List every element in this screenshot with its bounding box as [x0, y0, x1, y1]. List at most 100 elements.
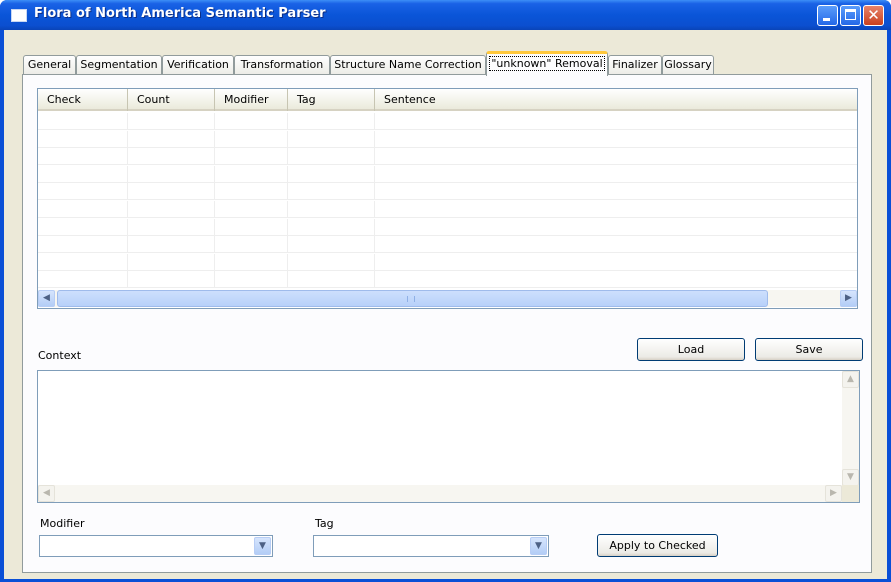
table-empty-row	[38, 165, 857, 183]
table-cell	[128, 253, 215, 271]
column-header-sentence[interactable]: Sentence	[375, 89, 857, 111]
table-cell	[38, 201, 128, 218]
save-button[interactable]: Save	[755, 338, 863, 361]
table-cell	[128, 236, 215, 254]
table-cell	[375, 183, 857, 200]
minimize-button[interactable]	[817, 5, 838, 26]
table-cell	[38, 218, 128, 236]
client-area: General Segmentation Verification Transf…	[4, 30, 887, 579]
table-cell	[38, 253, 128, 271]
table-empty-row	[38, 183, 857, 201]
chevron-left-icon: ◀	[43, 488, 50, 498]
scroll-right-button[interactable]: ▶	[840, 290, 857, 307]
table-cell	[215, 271, 288, 289]
table-empty-row	[38, 271, 857, 289]
modifier-label: Modifier	[40, 517, 85, 530]
table-cell	[128, 148, 215, 166]
table-cell	[38, 165, 128, 183]
table-cell	[375, 271, 857, 288]
table-cell	[215, 183, 288, 201]
table-cell	[38, 148, 128, 166]
context-label: Context	[38, 349, 82, 362]
table-cell	[375, 254, 857, 271]
table-cell	[288, 113, 375, 130]
tab-label: Verification	[167, 58, 229, 71]
tab-finalizer[interactable]: Finalizer	[608, 55, 662, 75]
table-cell	[375, 148, 857, 165]
table-body[interactable]	[38, 113, 857, 289]
column-header-modifier[interactable]: Modifier	[215, 89, 288, 111]
table-cell	[38, 130, 128, 148]
scrollbar-thumb[interactable]	[57, 290, 768, 307]
scroll-right-button[interactable]: ▶	[825, 485, 842, 502]
scroll-up-button[interactable]: ▲	[842, 371, 859, 388]
table-cell	[128, 113, 215, 130]
table-horizontal-scrollbar[interactable]: ◀ ▶	[38, 290, 857, 307]
tab-verification[interactable]: Verification	[162, 55, 234, 75]
dropdown-arrow[interactable]: ▼	[254, 537, 271, 555]
load-button[interactable]: Load	[637, 338, 745, 361]
chevron-right-icon: ▶	[845, 293, 852, 303]
table-cell	[38, 271, 128, 289]
tab-segmentation[interactable]: Segmentation	[76, 55, 162, 75]
table-cell	[288, 201, 375, 218]
tag-combobox[interactable]: ▼	[313, 535, 549, 557]
tab-structure-name-correction[interactable]: Structure Name Correction	[330, 55, 486, 75]
chevron-down-icon: ▼	[259, 541, 266, 551]
title-bar[interactable]: Flora of North America Semantic Parser ✕	[0, 0, 891, 30]
scroll-down-button[interactable]: ▼	[842, 469, 859, 486]
table-cell	[128, 218, 215, 236]
table-cell	[128, 165, 215, 183]
context-horizontal-scrollbar[interactable]: ◀ ▶	[38, 485, 842, 502]
window-title: Flora of North America Semantic Parser	[34, 6, 326, 21]
dropdown-arrow[interactable]: ▼	[530, 537, 547, 555]
tab-unknown-removal[interactable]: "unknown" Removal	[486, 51, 608, 76]
tab-general[interactable]: General	[23, 55, 76, 75]
table-cell	[128, 271, 215, 289]
app-window: Flora of North America Semantic Parser ✕…	[0, 0, 891, 582]
tab-label: Transformation	[240, 58, 324, 71]
table-cell	[128, 201, 215, 218]
table-cell	[215, 148, 288, 166]
close-icon: ✕	[867, 6, 880, 24]
column-header-tag[interactable]: Tag	[288, 89, 375, 111]
maximize-icon	[845, 9, 856, 20]
maximize-button[interactable]	[840, 5, 861, 26]
column-header-count[interactable]: Count	[128, 89, 215, 111]
modifier-combobox[interactable]: ▼	[39, 535, 273, 557]
table-empty-row	[38, 201, 857, 218]
scrollbar-corner	[842, 485, 859, 502]
tag-label: Tag	[315, 517, 334, 530]
tab-glossary[interactable]: Glossary	[662, 55, 714, 75]
table-empty-row	[38, 236, 857, 254]
apply-to-checked-button[interactable]: Apply to Checked	[597, 534, 718, 557]
chevron-up-icon: ▲	[847, 374, 854, 384]
chevron-right-icon: ▶	[830, 488, 837, 498]
chevron-down-icon: ▼	[847, 472, 854, 482]
table-cell	[128, 130, 215, 148]
table-cell	[288, 271, 375, 289]
table-header: Check Count Modifier Tag Sentence	[38, 89, 857, 111]
table-cell	[215, 201, 288, 218]
unknown-table[interactable]: Check Count Modifier Tag Sentence ◀ ▶	[37, 88, 858, 309]
context-textarea[interactable]: ▲ ▼ ◀ ▶	[37, 370, 860, 503]
tab-label: "unknown" Removal	[489, 56, 605, 71]
table-empty-row	[38, 218, 857, 236]
close-button[interactable]: ✕	[863, 5, 884, 26]
scroll-left-button[interactable]: ◀	[38, 290, 55, 307]
table-cell	[215, 236, 288, 254]
context-vertical-scrollbar[interactable]: ▲ ▼	[842, 371, 859, 486]
table-empty-row	[38, 113, 857, 130]
table-empty-row	[38, 148, 857, 166]
scroll-left-button[interactable]: ◀	[38, 485, 55, 502]
tab-label: Finalizer	[612, 58, 658, 71]
table-cell	[215, 253, 288, 271]
minimize-icon	[823, 18, 830, 21]
tab-transformation[interactable]: Transformation	[234, 55, 330, 75]
table-cell	[38, 236, 128, 254]
table-cell	[288, 165, 375, 183]
column-header-check[interactable]: Check	[38, 89, 128, 111]
table-cell	[375, 201, 857, 218]
grip-icon	[407, 296, 415, 302]
table-cell	[288, 130, 375, 148]
